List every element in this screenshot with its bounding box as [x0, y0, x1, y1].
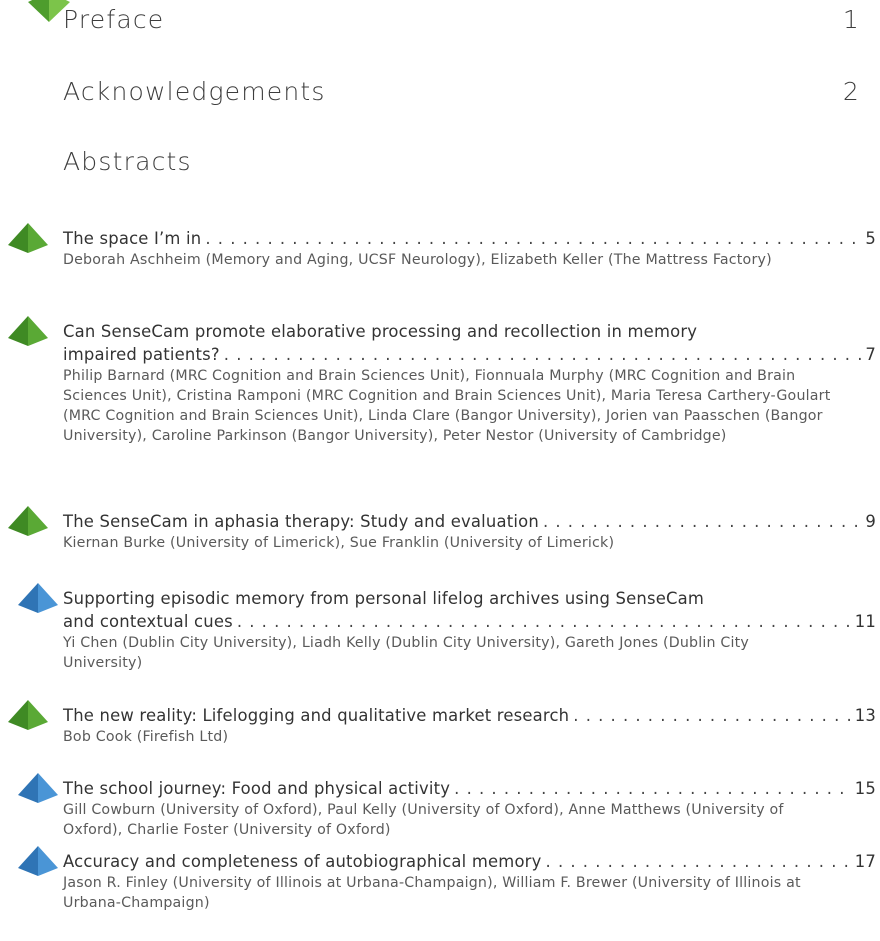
entry-title-line: Accuracy and completeness of autobiograp…	[63, 852, 542, 871]
entry-title: The school journey: Food and physical ac…	[63, 777, 876, 800]
section-page: 1	[842, 5, 860, 34]
entry-title: Accuracy and completeness of autobiograp…	[63, 850, 876, 873]
entry-title-line: The SenseCam in aphasia therapy: Study a…	[63, 512, 539, 531]
entry-title: The SenseCam in aphasia therapy: Study a…	[63, 510, 876, 533]
toc-entry[interactable]: Can SenseCam promote elaborative process…	[63, 320, 876, 446]
entry-page-number: 11	[854, 612, 876, 631]
entry-title-line: and contextual cues	[63, 612, 233, 631]
toc-entry[interactable]: Supporting episodic memory from personal…	[63, 587, 876, 673]
section-label: Preface	[63, 5, 165, 34]
entry-title-line: Can SenseCam promote elaborative process…	[63, 322, 698, 341]
entry-authors: Jason R. Finley (University of Illinois …	[63, 875, 801, 911]
entry-page-number: 5	[865, 229, 876, 248]
entry-authors: Deborah Aschheim (Memory and Aging, UCSF…	[63, 252, 772, 268]
toc-abstracts-heading: Abstracts	[63, 147, 860, 176]
dot-leader	[573, 704, 850, 727]
green-pyramid-icon	[8, 316, 48, 346]
dot-leader	[546, 850, 851, 873]
toc-entry[interactable]: Accuracy and completeness of autobiograp…	[63, 850, 876, 913]
blue-pyramid-icon	[18, 583, 58, 613]
dot-leader	[543, 510, 861, 533]
entry-authors: Yi Chen (Dublin City University), Liadh …	[63, 635, 750, 671]
toc-entry[interactable]: The SenseCam in aphasia therapy: Study a…	[63, 510, 876, 553]
entry-authors: Kiernan Burke (University of Limerick), …	[63, 535, 615, 551]
section-label: Acknowledgements	[63, 77, 326, 106]
entry-authors: Bob Cook (Firefish Ltd)	[63, 729, 229, 745]
green-pyramid-icon	[8, 700, 48, 730]
entry-title-line: The new reality: Lifelogging and qualita…	[63, 706, 570, 725]
entry-title-line: impaired patients?	[63, 345, 220, 364]
dot-leader	[237, 610, 851, 633]
toc-entry[interactable]: The school journey: Food and physical ac…	[63, 777, 876, 840]
blue-pyramid-icon	[18, 773, 58, 803]
entry-title: Can SenseCam promote elaborative process…	[63, 320, 876, 366]
entry-authors: Gill Cowburn (University of Oxford), Pau…	[63, 802, 784, 838]
entry-page-number: 15	[854, 779, 876, 798]
blue-pyramid-icon	[18, 846, 58, 876]
entry-page-number: 13	[854, 706, 876, 725]
entry-title-line: The space I’m in	[63, 229, 202, 248]
green-pyramid-icon	[8, 223, 48, 253]
dot-leader	[205, 227, 861, 250]
entry-page-number: 17	[854, 852, 876, 871]
entry-page-number: 7	[865, 345, 876, 364]
toc-entry[interactable]: The new reality: Lifelogging and qualita…	[63, 704, 876, 747]
section-label: Abstracts	[63, 147, 192, 176]
toc-preface[interactable]: Preface 1	[63, 5, 860, 34]
section-page: 2	[842, 77, 860, 106]
dot-leader	[224, 343, 862, 366]
entry-title: The space I’m in 5	[63, 227, 876, 250]
dot-leader	[454, 777, 851, 800]
green-pyramid-icon	[8, 506, 48, 536]
entry-authors: Philip Barnard (MRC Cognition and Brain …	[63, 368, 831, 444]
toc-acknowledgements[interactable]: Acknowledgements 2	[63, 77, 860, 106]
entry-title-line: The school journey: Food and physical ac…	[63, 779, 451, 798]
entry-title: Supporting episodic memory from personal…	[63, 587, 876, 633]
entry-title: The new reality: Lifelogging and qualita…	[63, 704, 876, 727]
toc-entry[interactable]: The space I’m in 5 Deborah Aschheim (Memor…	[63, 227, 876, 270]
entry-title-line: Supporting episodic memory from personal…	[63, 589, 705, 608]
entry-page-number: 9	[865, 512, 876, 531]
